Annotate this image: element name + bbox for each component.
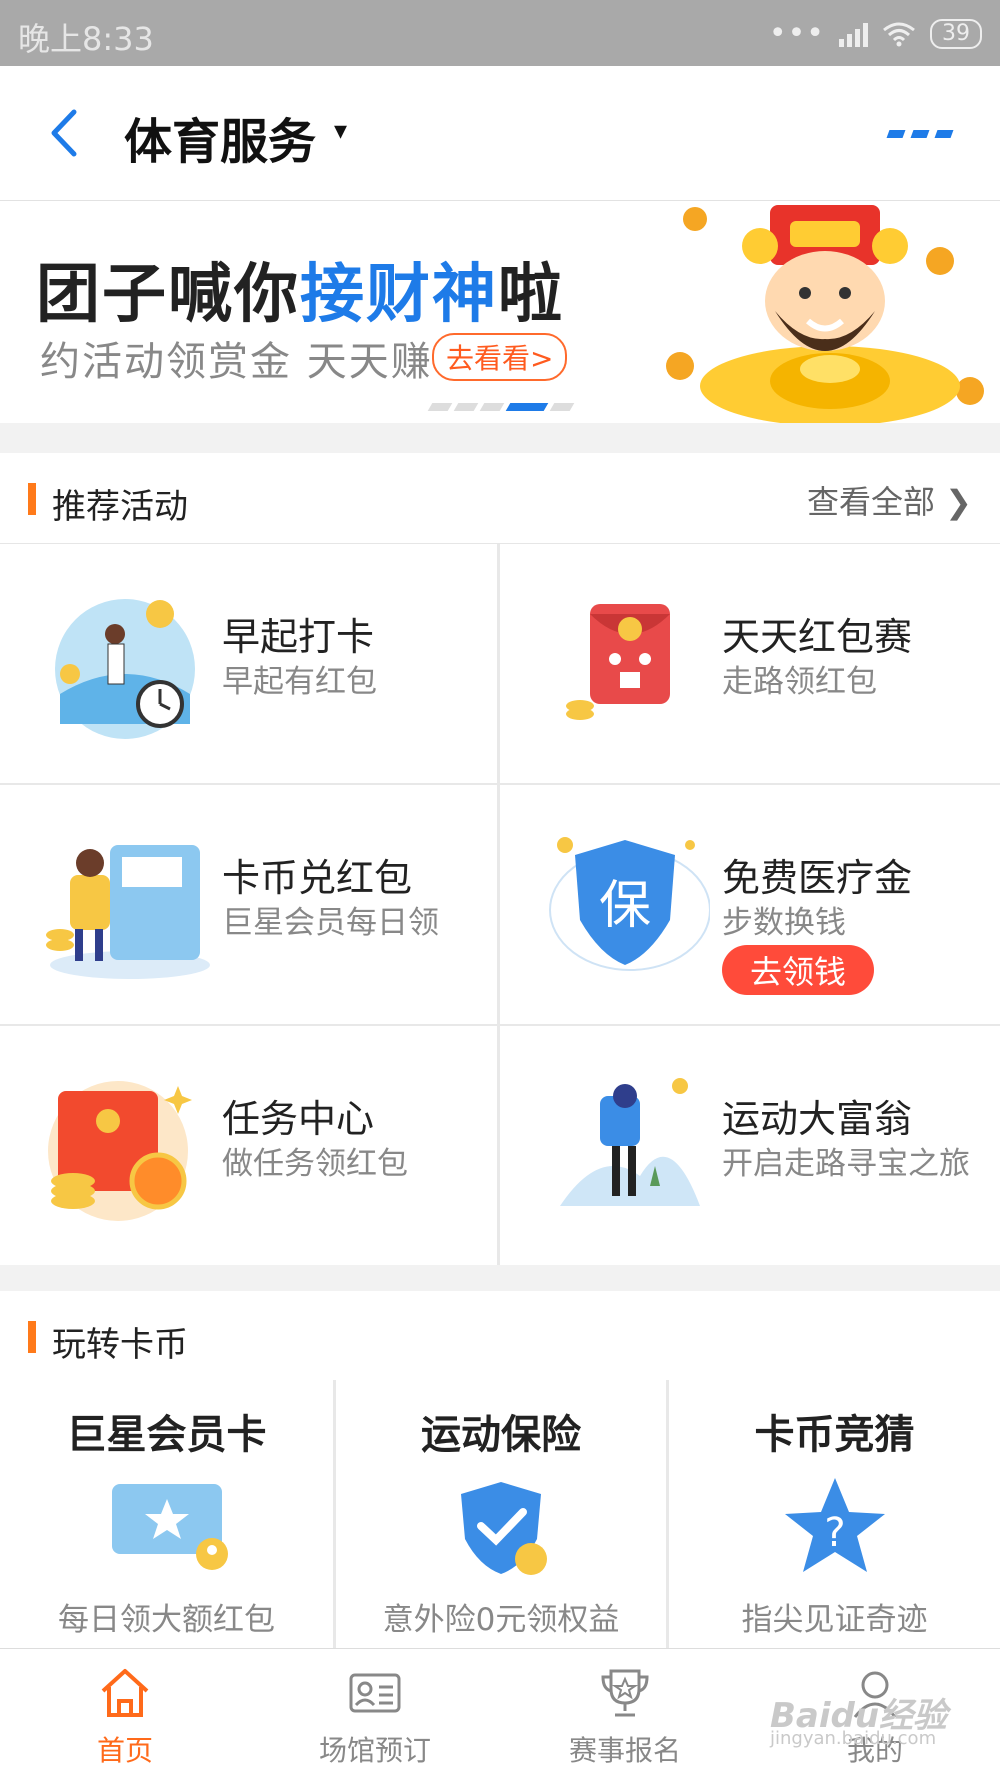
banner-go-button[interactable]: 去看看> bbox=[432, 333, 568, 381]
section-accent-bar bbox=[28, 483, 36, 515]
tab-label: 场馆预订 bbox=[318, 1734, 431, 1767]
activity-name: 卡币兑红包 bbox=[222, 856, 413, 900]
view-all-link[interactable]: 查看全部 ❯ bbox=[807, 477, 972, 523]
more-dots-icon: ••• bbox=[768, 16, 825, 51]
svg-text:保: 保 bbox=[599, 876, 651, 936]
banner-pager bbox=[427, 403, 575, 411]
question-star-icon: ? bbox=[784, 1478, 885, 1572]
wifi-icon bbox=[883, 22, 915, 46]
activity-name: 免费医疗金 bbox=[722, 856, 913, 900]
tab-event-signup[interactable]: 赛事报名 bbox=[500, 1649, 750, 1779]
activity-name: 运动大富翁 bbox=[722, 1097, 913, 1141]
activity-desc: 开启走路寻宝之旅 bbox=[722, 1146, 970, 1182]
card-desc: 每日领大额红包 bbox=[58, 1602, 275, 1638]
coins-card-row: 巨星会员卡 每日领大额红包 运动保险 意外险0元领权益 卡币竞猜 ? 指尖见证奇… bbox=[0, 1380, 1000, 1650]
home-icon bbox=[101, 1669, 149, 1717]
coins-section-header: 玩转卡币 bbox=[0, 1291, 1000, 1382]
activity-tile-sports-monopoly[interactable]: 运动大富翁 开启走路寻宝之旅 bbox=[500, 1026, 1000, 1265]
status-icons: ••• 39 bbox=[769, 16, 982, 51]
activity-tile-coin-exchange[interactable]: 卡币兑红包 巨星会员每日领 bbox=[0, 785, 497, 1024]
tab-label: 首页 bbox=[96, 1734, 153, 1767]
banner-headline-part1: 团子喊你 bbox=[36, 258, 300, 332]
page-title[interactable]: 体育服务 bbox=[124, 102, 316, 172]
section-title: 玩转卡币 bbox=[52, 1325, 188, 1365]
tab-home[interactable]: 首页 bbox=[0, 1649, 250, 1779]
trophy-icon bbox=[601, 1669, 649, 1717]
card-coin-guess[interactable]: 卡币竞猜 ? 指尖见证奇迹 bbox=[669, 1380, 1000, 1650]
fortune-god-illustration bbox=[666, 205, 984, 423]
activity-name: 天天红包赛 bbox=[722, 615, 913, 659]
recommended-grid: 早起打卡 早起有红包 天天红包赛 走路领红包 卡币兑红包 巨星会员每日领 保 免… bbox=[0, 544, 1000, 1265]
recommended-section-header: 推荐活动 查看全部 ❯ bbox=[0, 453, 1000, 544]
back-arrow-icon[interactable] bbox=[44, 108, 84, 158]
signal-icon bbox=[839, 21, 868, 47]
morning-exercise-illustration bbox=[55, 599, 195, 739]
atm-illustration bbox=[46, 845, 210, 979]
shield-insurance-illustration: 保 bbox=[549, 837, 710, 971]
red-packet-clock-illustration bbox=[48, 1081, 192, 1221]
hiker-illustration bbox=[560, 1078, 700, 1206]
id-card-icon bbox=[349, 1673, 401, 1713]
card-sports-insurance[interactable]: 运动保险 意外险0元领权益 bbox=[336, 1380, 666, 1650]
activity-tile-task-center[interactable]: 任务中心 做任务领红包 bbox=[0, 1026, 497, 1265]
activity-desc: 走路领红包 bbox=[722, 664, 877, 700]
tab-label: 赛事报名 bbox=[568, 1734, 681, 1767]
activity-name: 早起打卡 bbox=[222, 615, 375, 659]
insurance-shield-icon bbox=[461, 1482, 547, 1575]
tab-venue-booking[interactable]: 场馆预订 bbox=[250, 1649, 500, 1779]
banner-headline-part3: 啦 bbox=[498, 258, 564, 332]
activity-tile-morning-checkin[interactable]: 早起打卡 早起有红包 bbox=[0, 544, 497, 783]
section-title: 推荐活动 bbox=[52, 487, 188, 527]
activity-desc: 步数换钱 bbox=[722, 905, 846, 941]
card-title: 巨星会员卡 bbox=[66, 1412, 267, 1458]
dropdown-caret-icon[interactable]: ▾ bbox=[334, 116, 347, 146]
baidu-watermark-url: jingyan.baidu.com bbox=[770, 1728, 937, 1749]
activity-tile-red-packet-race[interactable]: 天天红包赛 走路领红包 bbox=[500, 544, 1000, 783]
svg-text:?: ? bbox=[824, 1510, 845, 1556]
card-desc: 意外险0元领权益 bbox=[382, 1602, 620, 1638]
activity-desc: 做任务领红包 bbox=[222, 1146, 408, 1182]
banner-subtitle: 约活动领赏金 天天赚 bbox=[40, 339, 433, 385]
activity-tile-free-medical[interactable]: 保 免费医疗金 步数换钱 去领钱 bbox=[500, 785, 1000, 1024]
activity-desc: 早起有红包 bbox=[222, 664, 377, 700]
card-desc: 指尖见证奇迹 bbox=[741, 1602, 928, 1638]
battery-icon: 39 bbox=[930, 18, 982, 49]
status-bar: 晚上8:33 ••• 39 bbox=[0, 0, 1000, 66]
activity-desc: 巨星会员每日领 bbox=[222, 905, 439, 941]
membership-card-icon bbox=[111, 1484, 228, 1570]
more-menu-icon[interactable] bbox=[886, 130, 954, 138]
activity-name: 任务中心 bbox=[222, 1097, 375, 1141]
section-accent-bar bbox=[28, 1321, 36, 1353]
banner-headline: 团子喊你接财神啦 bbox=[36, 243, 564, 335]
promo-banner[interactable]: 团子喊你接财神啦 约活动领赏金 天天赚 去看看> bbox=[0, 201, 1000, 423]
status-time: 晚上8:33 bbox=[18, 20, 154, 58]
claim-money-button[interactable]: 去领钱 bbox=[722, 945, 875, 995]
top-nav-bar: 体育服务 ▾ bbox=[0, 66, 1000, 201]
card-title: 卡币竞猜 bbox=[754, 1412, 915, 1458]
red-envelope-mascot-illustration bbox=[566, 604, 670, 720]
card-title: 运动保险 bbox=[421, 1412, 581, 1458]
card-star-membership[interactable]: 巨星会员卡 每日领大额红包 bbox=[0, 1380, 333, 1650]
banner-headline-highlight: 接财神 bbox=[300, 258, 498, 332]
